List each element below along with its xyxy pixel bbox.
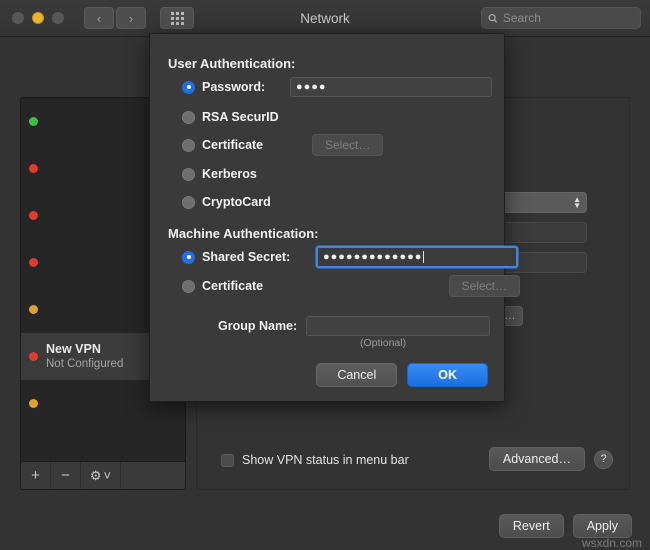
- status-dot-icon: [29, 305, 38, 314]
- radio-kerberos[interactable]: [182, 167, 195, 181]
- navigation-buttons: ‹ ›: [84, 7, 146, 29]
- search-input[interactable]: [502, 11, 634, 25]
- user-certificate-select-button[interactable]: Select…: [312, 134, 384, 156]
- cancel-button[interactable]: Cancel: [316, 363, 398, 387]
- dialog-actions: Cancel OK: [316, 363, 488, 387]
- status-dot-icon: [29, 258, 38, 267]
- close-button-icon[interactable]: [12, 12, 24, 24]
- shared-secret-input[interactable]: ●●●●●●●●●●●●●: [316, 246, 518, 268]
- group-name-row: Group Name:: [218, 316, 490, 336]
- status-dot-icon: [29, 352, 38, 361]
- radio-user-certificate[interactable]: [182, 138, 195, 152]
- grid-icon: [170, 11, 184, 25]
- radio-rsa-securid[interactable]: [182, 110, 195, 124]
- traffic-lights: [12, 12, 64, 24]
- remove-service-button[interactable]: −: [51, 462, 81, 489]
- machine-auth-option-certificate[interactable]: Certificate Select…: [182, 275, 520, 297]
- watermark: wsxdn.com: [581, 536, 642, 550]
- ok-button[interactable]: OK: [407, 363, 488, 387]
- apply-button[interactable]: Apply: [572, 514, 632, 538]
- authentication-dialog: User Authentication: Password: ●●●● RSA …: [149, 33, 520, 402]
- user-auth-option-password[interactable]: Password: ●●●●: [182, 77, 492, 97]
- radio-cryptocard[interactable]: [182, 195, 195, 209]
- user-auth-option-cryptocard[interactable]: CryptoCard: [182, 195, 271, 209]
- status-dot-icon: [29, 399, 38, 408]
- machine-auth-option-label: Shared Secret:: [202, 250, 291, 264]
- show-vpn-status-label: Show VPN status in menu bar: [242, 453, 409, 467]
- machine-certificate-select-button[interactable]: Select…: [448, 275, 520, 297]
- machine-auth-option-shared-secret[interactable]: Shared Secret: ●●●●●●●●●●●●●: [182, 246, 518, 268]
- user-auth-option-label: CryptoCard: [202, 195, 271, 209]
- gear-icon: ⚙: [89, 467, 102, 483]
- chevron-down-icon: ˅: [103, 468, 112, 483]
- show-vpn-status-row[interactable]: Show VPN status in menu bar: [221, 453, 409, 467]
- advanced-button[interactable]: Advanced…: [488, 447, 585, 471]
- back-button[interactable]: ‹: [84, 7, 114, 29]
- radio-machine-certificate[interactable]: [182, 279, 195, 293]
- sidebar-toolbar-filler: [121, 462, 185, 489]
- revert-button[interactable]: Revert: [498, 514, 564, 538]
- server-address-field[interactable]: [497, 222, 587, 243]
- network-preferences-window: ‹ › Network Search New VPN Not Configure…: [0, 0, 650, 550]
- user-auth-option-label: RSA SecurID: [202, 110, 279, 124]
- shared-secret-value: ●●●●●●●●●●●●●: [323, 251, 423, 263]
- maximize-button-icon[interactable]: [52, 12, 64, 24]
- pane-actions: Advanced… ?: [488, 447, 613, 471]
- search-box[interactable]: [481, 7, 641, 29]
- radio-password[interactable]: [182, 80, 195, 94]
- configuration-popup[interactable]: ▲ ▼: [497, 192, 587, 213]
- help-button[interactable]: ?: [594, 449, 613, 469]
- status-dot-icon: [29, 211, 38, 220]
- chevron-up-down-icon: ▲ ▼: [573, 194, 581, 210]
- user-auth-option-label: Password:: [202, 80, 266, 94]
- user-auth-option-kerberos[interactable]: Kerberos: [182, 167, 257, 181]
- minimize-button-icon[interactable]: [32, 12, 44, 24]
- window-titlebar: ‹ › Network: [0, 0, 650, 37]
- group-name-label: Group Name:: [218, 319, 298, 333]
- machine-authentication-heading: Machine Authentication:: [168, 226, 319, 241]
- sidebar-toolbar: + − ⚙ ˅: [21, 461, 185, 489]
- user-auth-option-certificate[interactable]: Certificate Select…: [182, 134, 462, 156]
- user-auth-option-rsa-securid[interactable]: RSA SecurID: [182, 110, 279, 124]
- window-footer-actions: Revert Apply: [498, 514, 632, 538]
- machine-auth-option-label: Certificate: [202, 279, 264, 293]
- user-auth-option-label: Kerberos: [202, 167, 257, 181]
- actions-menu-button[interactable]: ⚙ ˅: [81, 462, 121, 489]
- user-authentication-heading: User Authentication:: [168, 56, 296, 71]
- show-vpn-status-checkbox[interactable]: [221, 453, 234, 467]
- group-name-hint: (Optional): [360, 337, 407, 349]
- group-name-input[interactable]: [306, 316, 490, 336]
- status-dot-icon: [29, 164, 38, 173]
- add-service-button[interactable]: +: [21, 462, 51, 489]
- text-caret: [423, 251, 425, 263]
- show-all-button[interactable]: [160, 7, 194, 29]
- radio-shared-secret[interactable]: [182, 250, 195, 264]
- search-icon: [488, 13, 498, 23]
- user-auth-option-label: Certificate: [202, 138, 264, 152]
- status-dot-icon: [29, 117, 38, 126]
- forward-button[interactable]: ›: [116, 7, 146, 29]
- password-input[interactable]: ●●●●: [290, 77, 492, 97]
